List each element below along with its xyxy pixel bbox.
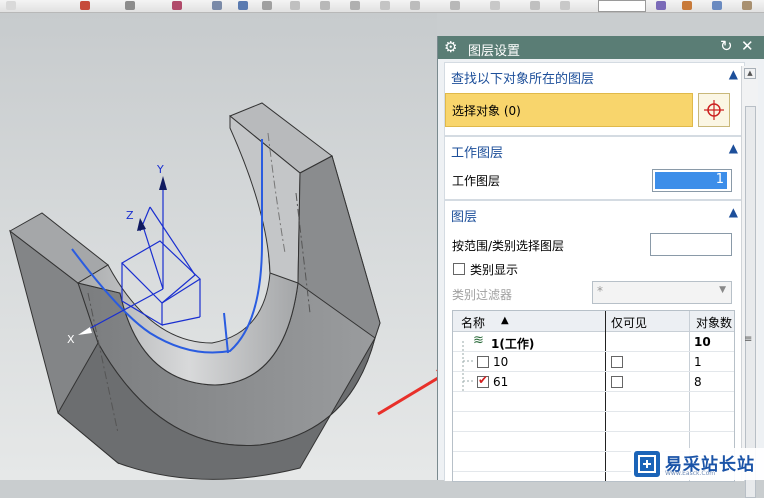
toolbar-icon[interactable] <box>490 1 500 10</box>
work-layer-label: 工作图层 <box>452 174 501 188</box>
layer-object-count: 1 <box>694 355 702 369</box>
toolbar-icon[interactable] <box>450 1 460 10</box>
category-filter-dropdown[interactable]: * ▼ <box>592 281 732 304</box>
tree-connector <box>462 341 475 391</box>
layer-name: 10 <box>493 355 509 369</box>
gear-icon: ⚙ <box>444 38 458 56</box>
toolbar-icon[interactable] <box>172 1 182 10</box>
collapse-caret-icon[interactable]: ▲ <box>729 141 738 155</box>
select-object-button[interactable] <box>698 93 730 127</box>
category-display-checkbox[interactable] <box>453 263 465 275</box>
grip-icon: ≡ <box>744 334 753 345</box>
toolbar-icon[interactable] <box>530 1 540 10</box>
work-layer-input[interactable]: 1 <box>652 169 732 192</box>
dialog-scrollbar[interactable]: ▲ ≡ <box>741 66 758 498</box>
site-logo <box>634 451 660 477</box>
table-row <box>453 392 734 412</box>
toolbar-combo[interactable] <box>598 0 646 12</box>
range-select-label: 按范围/类别选择图层 <box>452 239 565 253</box>
crosshair-icon <box>704 100 724 120</box>
toolbar-icon[interactable] <box>712 1 722 10</box>
table-row[interactable]: ≋ 1(工作) 10 <box>453 332 734 352</box>
graphics-viewport[interactable]: Y Z X <box>0 13 437 480</box>
toolbar-icon[interactable] <box>656 1 666 10</box>
reset-icon[interactable]: ↻ <box>720 37 733 55</box>
category-filter-label: 类别过滤器 <box>452 288 513 302</box>
toolbar-icon[interactable] <box>410 1 420 10</box>
axis-label-y: Y <box>156 163 164 176</box>
toolbar-icon[interactable] <box>320 1 330 10</box>
column-header-object-count[interactable]: 对象数 <box>696 314 732 331</box>
toolbar-icon[interactable] <box>742 1 752 10</box>
table-row[interactable]: 61 8 <box>453 372 734 392</box>
site-watermark: 易采站长站 Www.Easck.Com <box>631 448 764 480</box>
visible-only-checkbox[interactable] <box>611 356 623 368</box>
toolbar-icon[interactable] <box>80 1 90 10</box>
toolbar-icon[interactable] <box>125 1 135 10</box>
axis-label-z: Z <box>126 209 134 222</box>
scroll-up-icon[interactable]: ▲ <box>744 68 756 79</box>
work-layer-value: 1 <box>655 172 727 189</box>
range-select-input[interactable] <box>650 233 732 256</box>
toolbar-icon[interactable] <box>682 1 692 10</box>
layer-name: 1(工作) <box>491 337 535 351</box>
logo-icon <box>638 455 656 473</box>
layer-settings-dialog: ⚙ 图层设置 ↻ ✕ 查找以下对象所在的图层 ▲ 选择对象 (0) 工作图层 ▲… <box>437 36 764 498</box>
toolbar-icon[interactable] <box>380 1 390 10</box>
table-header: 名称 ▲ 仅可见 对象数 <box>453 311 734 332</box>
toolbar-icon[interactable] <box>290 1 300 10</box>
collapse-caret-icon[interactable]: ▲ <box>729 205 738 219</box>
axis-label-x: X <box>67 333 75 346</box>
column-header-visible-only[interactable]: 仅可见 <box>611 314 647 331</box>
main-toolbar <box>0 0 764 13</box>
toolbar-icon[interactable] <box>6 1 16 10</box>
sort-ascending-icon: ▲ <box>501 315 509 326</box>
table-row[interactable]: 10 1 <box>453 352 734 372</box>
find-section-heading: 查找以下对象所在的图层 <box>451 72 595 87</box>
u-shape-model: Y Z X <box>9 102 381 480</box>
dialog-titlebar: ⚙ 图层设置 ↻ ✕ <box>438 36 764 59</box>
toolbar-icon[interactable] <box>262 1 272 10</box>
toolbar-icon[interactable] <box>350 1 360 10</box>
toolbar-icon[interactable] <box>560 1 570 10</box>
layer-name: 61 <box>493 375 509 389</box>
scrollbar-thumb[interactable] <box>745 106 756 498</box>
category-display-label: 类别显示 <box>470 263 519 277</box>
category-filter-value: * <box>597 284 603 298</box>
work-section-heading: 工作图层 <box>451 146 504 161</box>
select-object-label: 选择对象 (0) <box>452 104 521 118</box>
layers-section-heading: 图层 <box>451 210 478 225</box>
dialog-title: 图层设置 <box>468 44 521 59</box>
column-header-name[interactable]: 名称 <box>461 314 485 331</box>
toolbar-icon[interactable] <box>238 1 248 10</box>
watermark-subtext: Www.Easck.Com <box>665 470 716 477</box>
toolbar-icon[interactable] <box>212 1 222 10</box>
close-icon[interactable]: ✕ <box>741 37 754 55</box>
chevron-down-icon: ▼ <box>719 285 726 295</box>
collapse-caret-icon[interactable]: ▲ <box>729 67 738 81</box>
table-row <box>453 412 734 432</box>
select-object-field[interactable]: 选择对象 (0) <box>445 93 693 127</box>
visible-only-checkbox[interactable] <box>611 376 623 388</box>
layer-object-count: 8 <box>694 375 702 389</box>
layer-object-count: 10 <box>694 335 711 349</box>
